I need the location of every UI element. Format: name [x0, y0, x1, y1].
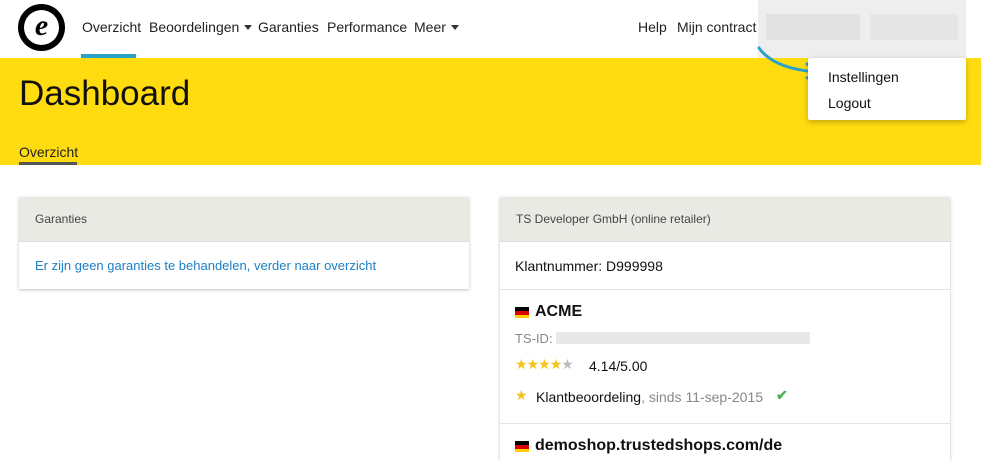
review-label: Klantbeoordeling, sinds 11-sep-2015 — [536, 389, 763, 405]
star-filled-icon: ★ — [538, 356, 551, 372]
nav-help-link[interactable]: Help — [638, 19, 667, 35]
menu-item-instellingen[interactable]: Instellingen — [828, 69, 899, 85]
customer-number: Klantnummer: D999998 — [515, 258, 663, 274]
germany-flag-icon — [515, 441, 529, 452]
retailer-card-title: TS Developer GmbH (online retailer) — [500, 197, 950, 242]
divider — [500, 289, 950, 290]
rating-value: 4.14/5.00 — [589, 358, 648, 374]
shop-name[interactable]: ACME — [535, 303, 582, 321]
menu-item-logout[interactable]: Logout — [828, 95, 871, 111]
star-filled-icon: ★ — [526, 356, 540, 372]
star-empty-icon: ★ — [561, 356, 574, 372]
caret-down-icon — [450, 24, 459, 30]
review-since-date: , sinds 11-sep-2015 — [641, 389, 764, 405]
nav-item-garanties[interactable]: Garanties — [258, 19, 319, 35]
ts-id-label: TS-ID: — [515, 331, 553, 346]
nav-item-overzicht[interactable]: Overzicht — [82, 19, 141, 35]
nav-item-meer[interactable]: Meer — [414, 19, 459, 35]
guarantees-card-title: Garanties — [19, 197, 469, 242]
caret-down-icon — [244, 24, 253, 30]
nav-item-beoordelingen[interactable]: Beoordelingen — [149, 19, 253, 35]
star-filled-icon: ★ — [549, 356, 563, 372]
nav-item-performance[interactable]: Performance — [327, 19, 407, 35]
star-icon: ★ — [515, 387, 528, 403]
rating-stars: ★★★★★ — [515, 356, 574, 373]
logo-letter: e — [24, 10, 59, 45]
redacted-account-id — [870, 14, 958, 40]
account-dropdown-menu: Instellingen Logout — [808, 58, 966, 120]
guarantees-overview-link[interactable]: Er zijn geen garanties te behandelen, ve… — [35, 258, 376, 273]
guarantees-card: Garanties Er zijn geen garanties te beha… — [19, 197, 469, 289]
nav-my-contract-link[interactable]: Mijn contract — [677, 19, 756, 35]
redacted-account-name — [766, 14, 860, 40]
germany-flag-icon — [515, 307, 529, 318]
checkmark-icon: ✔ — [776, 387, 788, 403]
tab-overzicht[interactable]: Overzicht — [19, 144, 78, 160]
star-filled-icon: ★ — [515, 356, 528, 372]
nav-item-meer-label: Meer — [414, 19, 446, 35]
redacted-ts-id — [556, 332, 810, 344]
tab-active-indicator — [19, 162, 77, 165]
retailer-card: TS Developer GmbH (online retailer) Klan… — [500, 197, 950, 461]
trusted-shops-logo[interactable]: e — [18, 4, 65, 51]
divider — [500, 423, 950, 424]
shop-name[interactable]: demoshop.trustedshops.com/de — [535, 437, 782, 455]
page-title: Dashboard — [19, 74, 191, 113]
nav-item-beoordelingen-label: Beoordelingen — [149, 19, 240, 35]
review-type: Klantbeoordeling — [536, 389, 642, 405]
top-navigation: e Overzicht Beoordelingen Garanties Perf… — [0, 0, 981, 58]
